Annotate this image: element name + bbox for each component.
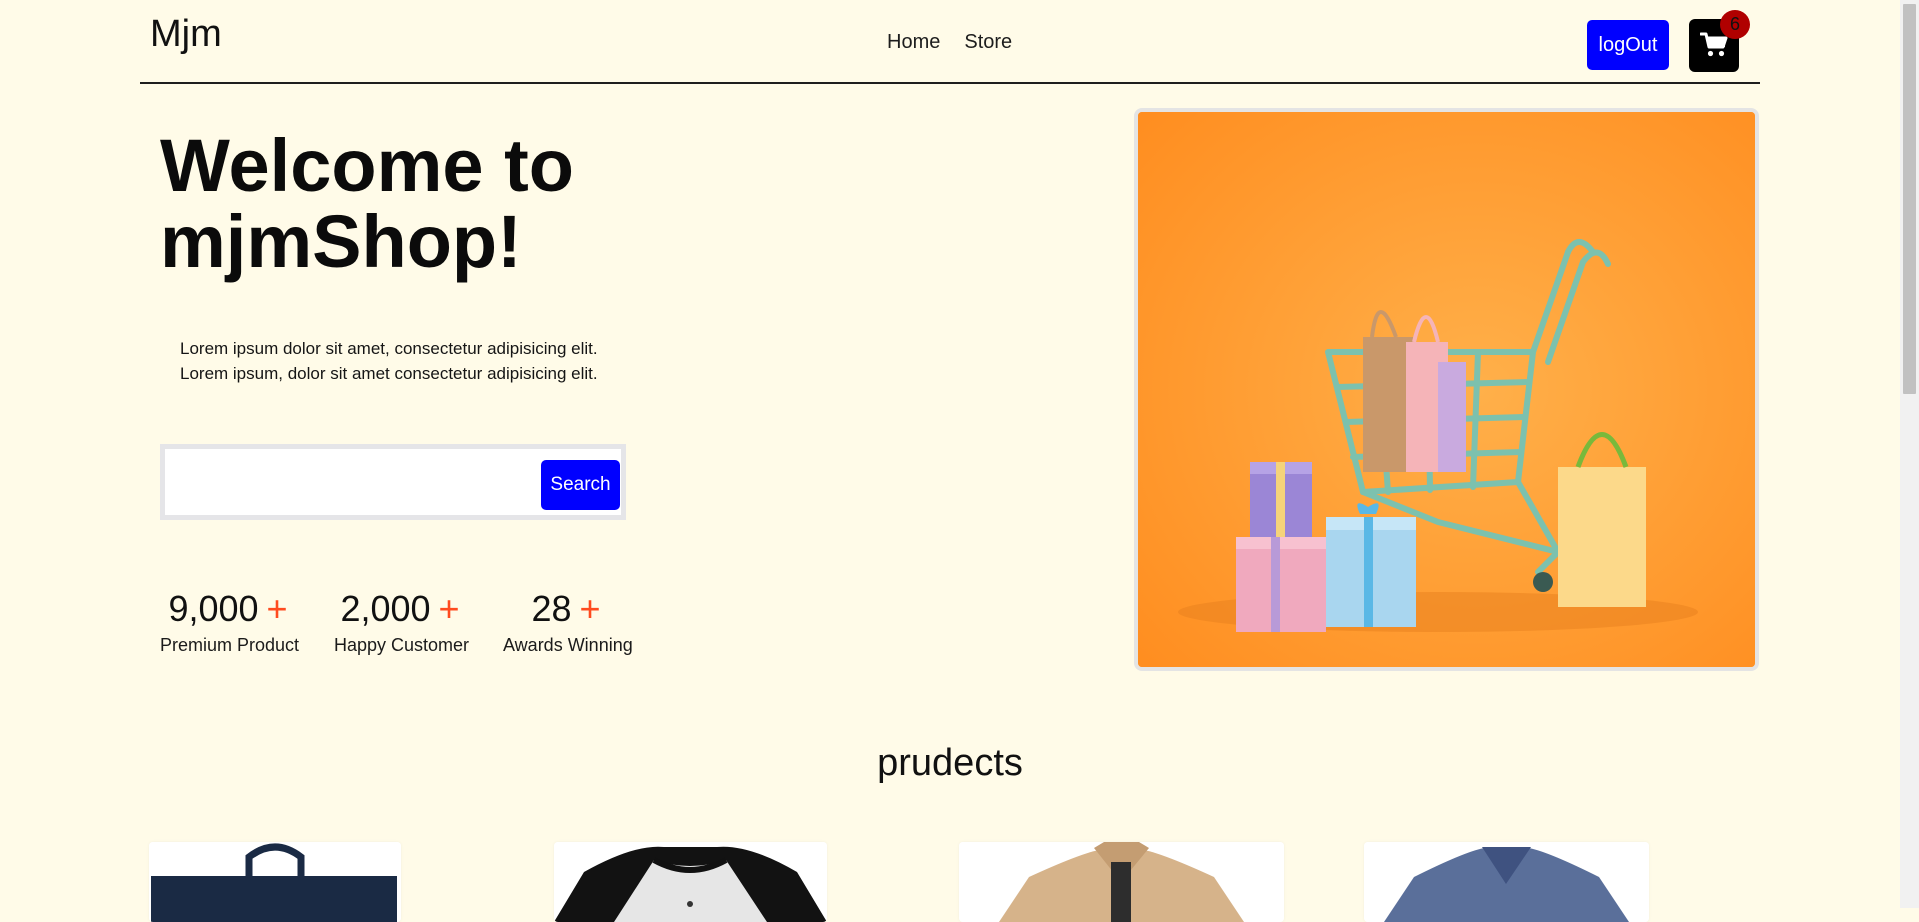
hero-image (1134, 108, 1759, 671)
product-card[interactable] (149, 842, 401, 922)
stat-premium-product: 9,000 + Premium Product (160, 584, 300, 656)
cart-count-badge: 6 (1720, 10, 1750, 39)
hero-title: Welcome to mjmShop! (160, 128, 760, 280)
products-section-title: prudects (877, 742, 1023, 784)
product-image-bag (149, 842, 401, 922)
hero-title-line1: Welcome to (160, 124, 574, 207)
product-image-jacket (959, 842, 1284, 922)
vertical-scrollbar[interactable] (1900, 0, 1919, 908)
cart-icon (1700, 32, 1728, 57)
main-nav: Home Store (887, 30, 1012, 54)
stat-number: 28 (531, 588, 572, 629)
stat-label: Awards Winning (503, 635, 633, 655)
hero-title-line2: mjmShop! (160, 200, 522, 283)
hero-description: Lorem ipsum dolor sit amet, consectetur … (180, 336, 640, 386)
search-button[interactable]: Search (541, 460, 620, 510)
scrollbar-thumb[interactable] (1903, 4, 1916, 394)
search-bar: Search (160, 444, 626, 520)
stat-happy-customer: 2,000 + Happy Customer (334, 584, 470, 656)
product-card[interactable] (959, 842, 1284, 922)
stat-plus: + (266, 588, 288, 629)
product-image-raglan-shirt (554, 842, 827, 922)
stat-plus: + (438, 588, 460, 629)
product-card[interactable] (1364, 842, 1649, 922)
search-input[interactable] (171, 457, 535, 507)
nav-link-store[interactable]: Store (964, 30, 1012, 54)
site-logo[interactable]: Mjm (150, 12, 222, 56)
stat-awards-winning: 28 + Awards Winning (503, 584, 633, 656)
stat-plus: + (579, 588, 601, 629)
stat-label: Happy Customer (334, 635, 470, 655)
product-image-vneck-tshirt (1364, 842, 1649, 922)
product-card[interactable] (554, 842, 827, 922)
hero-description-line1: Lorem ipsum dolor sit amet, consectetur … (180, 339, 598, 358)
hero-description-line2: Lorem ipsum, dolor sit amet consectetur … (180, 364, 598, 383)
stat-number: 2,000 (340, 588, 431, 629)
site-header: Mjm Home Store logOut 6 (140, 0, 1760, 84)
shopping-cart-illustration (1138, 112, 1755, 667)
stat-label: Premium Product (160, 635, 300, 655)
stat-number: 9,000 (168, 588, 259, 629)
nav-link-home[interactable]: Home (887, 30, 940, 54)
logout-button[interactable]: logOut (1587, 20, 1669, 70)
